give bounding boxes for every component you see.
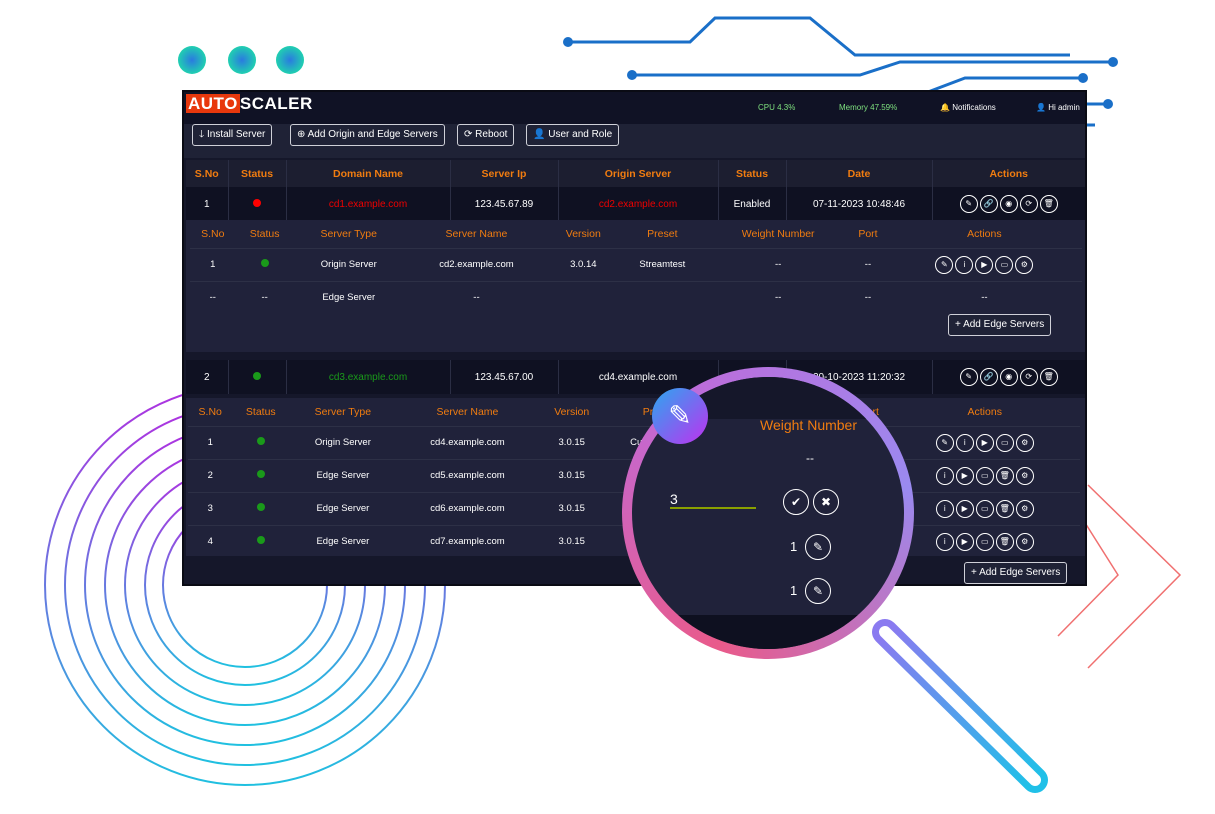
settings-icon[interactable]: ⚙ bbox=[1015, 466, 1034, 485]
edit-icon[interactable]: ✎ bbox=[959, 368, 978, 386]
status-dot bbox=[260, 259, 269, 267]
view-icon[interactable]: ◉ bbox=[999, 195, 1018, 213]
cpu-usage: CPU 4.3% bbox=[758, 103, 796, 112]
delete-icon[interactable]: 🗑 bbox=[995, 532, 1014, 551]
monitor-icon[interactable]: ▭ bbox=[975, 532, 994, 551]
monitor-icon[interactable]: ▭ bbox=[975, 499, 994, 518]
status-dot bbox=[256, 437, 265, 445]
servers-table: S.NoStatusServer TypeServer NameVersionP… bbox=[190, 220, 1082, 314]
edit-icon[interactable]: ✎ bbox=[959, 195, 978, 213]
table-row: 1 Origin Server cd2.example.com 3.0.14 Strea… bbox=[190, 247, 1082, 281]
weight-input[interactable]: 3 bbox=[670, 491, 756, 509]
add-origin-edge-button[interactable]: ⊕ Add Origin and Edge Servers bbox=[290, 124, 445, 146]
table-row: -- -- Edge Server -- -- -- -- bbox=[190, 280, 1082, 314]
refresh-icon[interactable]: ⟳ bbox=[1019, 195, 1038, 213]
confirm-icon[interactable]: ✔ bbox=[783, 489, 809, 515]
plus-circle-icon: ⊕ bbox=[297, 129, 306, 140]
info-icon[interactable]: i bbox=[935, 532, 954, 551]
edit-icon[interactable]: ✎ bbox=[805, 578, 831, 604]
user-role-button[interactable]: 👤 User and Role bbox=[526, 124, 620, 146]
play-icon[interactable]: ▶ bbox=[975, 433, 994, 452]
install-server-button[interactable]: 🡓 Install Server bbox=[192, 124, 273, 146]
edit-icon[interactable]: ✎ bbox=[805, 534, 831, 560]
status-dot bbox=[253, 371, 261, 380]
user-menu[interactable]: 👤 Hi admin bbox=[1036, 103, 1080, 112]
delete-icon[interactable]: 🗑 bbox=[1039, 368, 1058, 386]
play-icon[interactable]: ▶ bbox=[975, 255, 994, 274]
settings-icon[interactable]: ⚙ bbox=[1015, 499, 1034, 518]
monitor-icon[interactable]: ▭ bbox=[975, 466, 994, 485]
memory-usage: Memory 47.59% bbox=[839, 103, 898, 112]
add-edge-servers-button[interactable]: + Add Edge Servers bbox=[964, 562, 1068, 584]
user-icon: 👤 bbox=[533, 129, 546, 140]
settings-icon[interactable]: ⚙ bbox=[1015, 255, 1034, 274]
settings-icon[interactable]: ⚙ bbox=[1015, 433, 1034, 452]
play-icon[interactable]: ▶ bbox=[955, 466, 974, 485]
download-icon: 🡓 bbox=[199, 129, 205, 140]
refresh-icon[interactable]: ⟳ bbox=[1019, 368, 1038, 386]
reboot-button[interactable]: ⟳ Reboot bbox=[457, 124, 515, 146]
top-bar: AUTO SCALER CPU 4.3% Memory 47.59% 🔔 Noti… bbox=[184, 92, 1085, 124]
logo: AUTO SCALER bbox=[186, 94, 313, 113]
table-header: S.No Status Domain Name Server Ip Origin Ser… bbox=[186, 160, 1085, 187]
link-icon[interactable]: 🔗 bbox=[979, 368, 998, 386]
weight-header: Weight Number bbox=[760, 417, 858, 433]
status-dot bbox=[253, 198, 261, 207]
cancel-icon[interactable]: ✖ bbox=[813, 489, 839, 515]
plus-icon: + bbox=[971, 567, 977, 578]
delete-icon[interactable]: 🗑 bbox=[1039, 195, 1058, 213]
play-icon[interactable]: ▶ bbox=[955, 532, 974, 551]
monitor-icon[interactable]: ▭ bbox=[995, 255, 1014, 274]
info-icon[interactable]: i bbox=[935, 466, 954, 485]
refresh-icon: ⟳ bbox=[464, 129, 473, 140]
info-icon[interactable]: i bbox=[955, 255, 974, 274]
plus-icon: + bbox=[955, 319, 961, 330]
delete-icon[interactable]: 🗑 bbox=[995, 466, 1014, 485]
pencil-badge-icon: ✎ bbox=[652, 388, 708, 444]
servers-panel-1: S.No Status Server Type Server Name Version P… bbox=[186, 220, 1085, 352]
status-dot bbox=[256, 470, 265, 478]
toolbar: 🡓 Install Server ⊕ Add Origin and Edge S… bbox=[184, 124, 1085, 158]
view-icon[interactable]: ◉ bbox=[999, 368, 1018, 386]
info-icon[interactable]: i bbox=[935, 499, 954, 518]
status-dot bbox=[256, 503, 265, 511]
link-icon[interactable]: 🔗 bbox=[979, 195, 998, 213]
notifications-link[interactable]: 🔔 Notifications bbox=[940, 103, 996, 112]
user-icon: 👤 bbox=[1036, 103, 1046, 112]
edit-icon[interactable]: ✎ bbox=[935, 255, 954, 274]
table-row: 1 cd1.example.com 123.45.67.89 cd2.example.… bbox=[186, 187, 1085, 221]
row-actions: ✎ 🔗 ◉ ⟳ 🗑 bbox=[932, 187, 1085, 221]
monitor-icon[interactable]: ▭ bbox=[995, 433, 1014, 452]
domains-table: S.No Status Domain Name Server Ip Origin Ser… bbox=[186, 160, 1085, 221]
play-icon[interactable]: ▶ bbox=[955, 499, 974, 518]
status-dot bbox=[256, 536, 265, 545]
bell-icon: 🔔 bbox=[940, 103, 950, 112]
add-edge-servers-button[interactable]: + Add Edge Servers bbox=[948, 314, 1052, 336]
delete-icon[interactable]: 🗑 bbox=[995, 499, 1014, 518]
settings-icon[interactable]: ⚙ bbox=[1015, 532, 1034, 551]
edit-icon[interactable]: ✎ bbox=[935, 433, 954, 452]
info-icon[interactable]: i bbox=[955, 433, 974, 452]
